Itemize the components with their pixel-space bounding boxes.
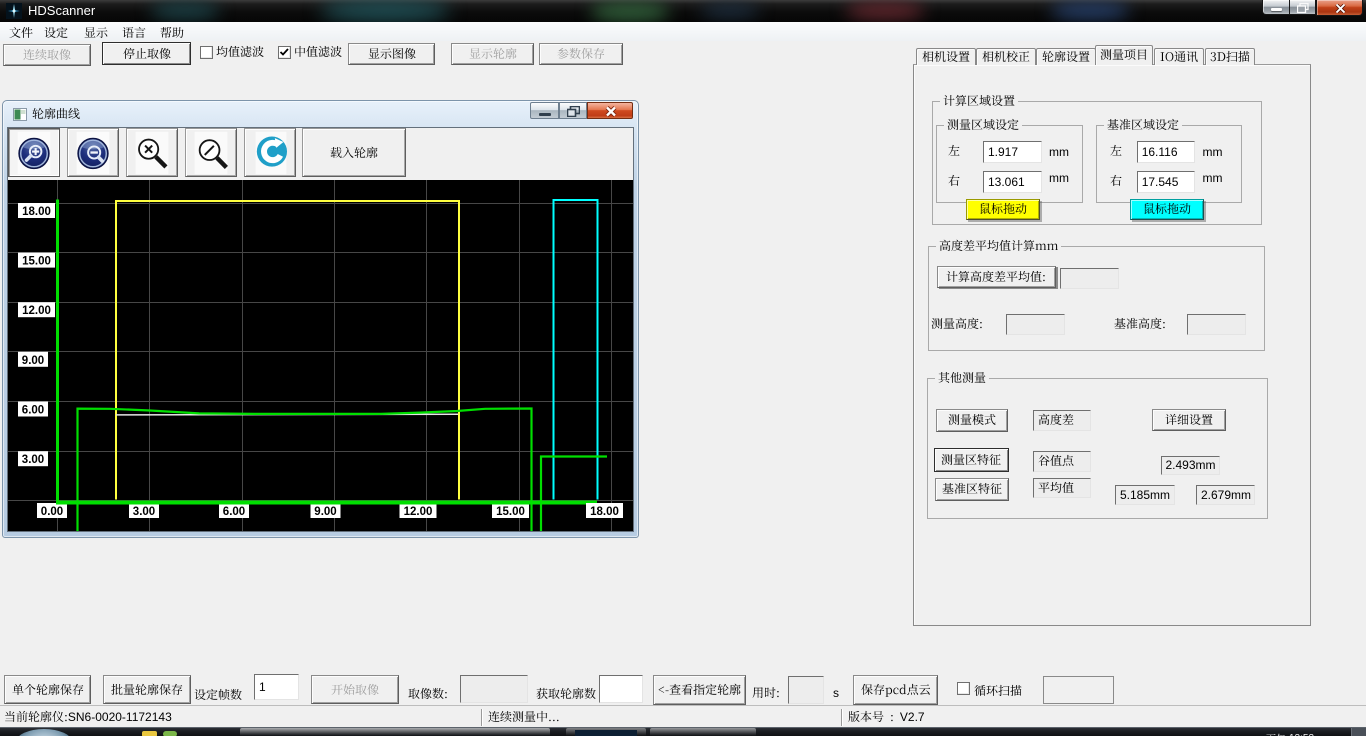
svg-text:12.00: 12.00 — [404, 506, 433, 518]
svg-text:18.00: 18.00 — [590, 506, 619, 518]
svg-text:6.00: 6.00 — [223, 506, 245, 518]
svg-text:3.00: 3.00 — [133, 506, 155, 518]
svg-text:15.00: 15.00 — [496, 506, 525, 518]
svg-text:6.00: 6.00 — [22, 405, 44, 417]
svg-text:3.00: 3.00 — [22, 454, 44, 466]
svg-text:18.00: 18.00 — [22, 206, 51, 218]
svg-text:9.00: 9.00 — [22, 355, 44, 367]
svg-text:0.00: 0.00 — [41, 506, 63, 518]
svg-text:15.00: 15.00 — [22, 256, 51, 268]
svg-text:9.00: 9.00 — [314, 506, 336, 518]
svg-text:12.00: 12.00 — [22, 305, 51, 317]
